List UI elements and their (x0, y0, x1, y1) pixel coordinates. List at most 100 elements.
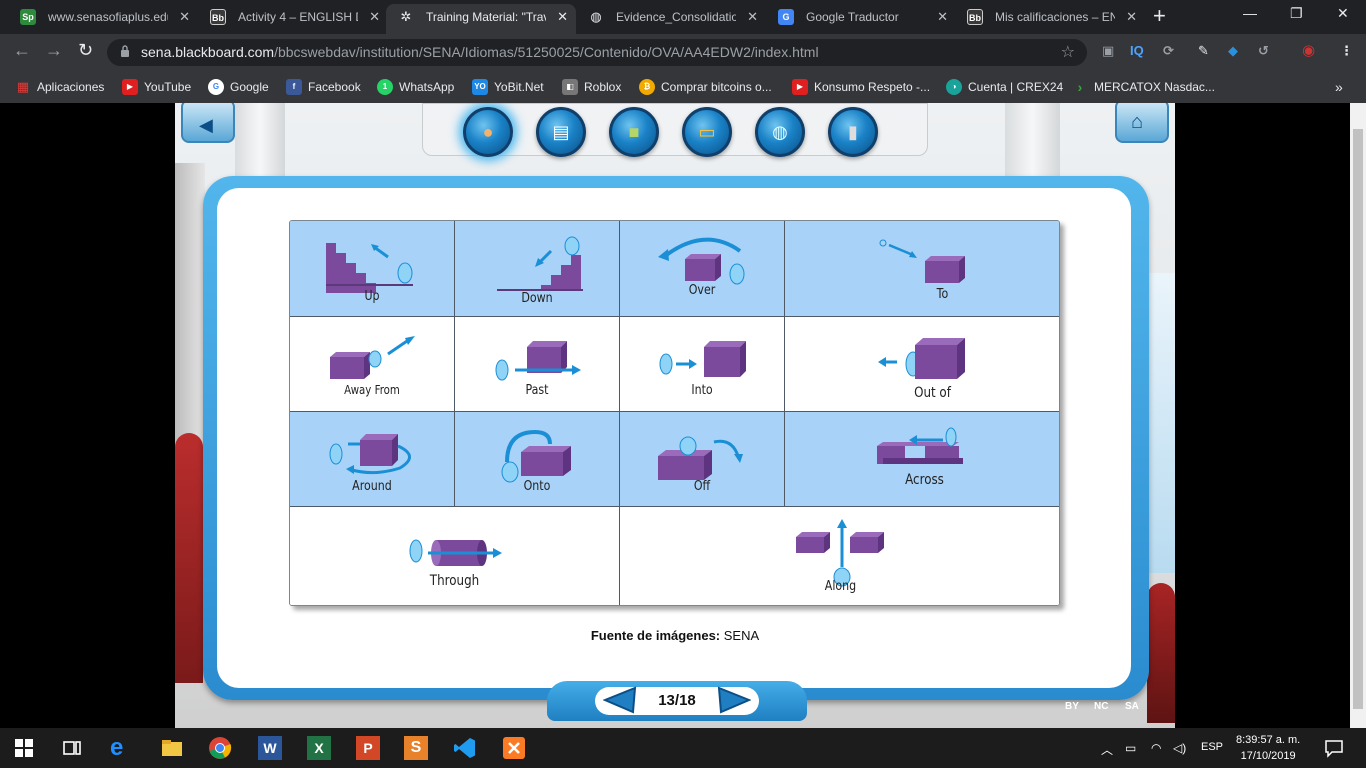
page-scrollbar[interactable] (1350, 103, 1366, 728)
task-view-icon[interactable] (60, 736, 84, 760)
profile-avatar-icon[interactable]: ◉ (1302, 41, 1315, 59)
url-text: sena.blackboard.com/bbcswebdav/instituti… (141, 44, 819, 60)
close-tab-icon[interactable]: ✕ (937, 4, 948, 30)
word-icon[interactable]: W (258, 736, 282, 760)
grid-cell-over: Over (620, 221, 785, 317)
presentation-icon: ▭ (698, 122, 716, 142)
chrome-icon[interactable] (208, 736, 232, 760)
home-button[interactable]: ⌂ (1115, 103, 1169, 143)
tab-activity-4[interactable]: Bb Activity 4 – ENGLISH DO ✕ (198, 4, 388, 34)
across-illustration (877, 427, 963, 464)
pen-extension-icon[interactable]: ✎ (1198, 43, 1209, 59)
grid-cell-around: Around (290, 412, 455, 507)
tab-title: www.senasofiaplus.edu.co (48, 10, 168, 24)
speaker-icon: ◀ (199, 115, 213, 135)
notebook-icon: ■ (628, 122, 640, 142)
close-tab-icon[interactable]: ✕ (179, 4, 190, 30)
preposition-label: Up (364, 289, 380, 304)
forward-arrow-icon[interactable]: → (45, 40, 63, 61)
caption-label: Fuente de imágenes: (590, 628, 721, 643)
scrollbar-thumb[interactable] (1353, 129, 1363, 709)
license-nc: NC (1094, 701, 1109, 712)
volume-icon[interactable]: ◁) (1173, 741, 1186, 755)
battery-icon[interactable]: ▭ (1125, 741, 1136, 755)
bookmark-comprar-bitcoins[interactable]: ₿ Comprar bitcoins o... (639, 77, 772, 97)
bookmark-label: MERCATOX Nasdac... (1094, 80, 1215, 94)
sublime-text-icon[interactable]: S (404, 736, 428, 760)
bookmark-label: Aplicaciones (37, 80, 105, 94)
excel-icon[interactable]: X (307, 736, 331, 760)
grid-cell-onto: Onto (455, 412, 620, 507)
powerpoint-icon[interactable]: P (356, 736, 380, 760)
reload-icon[interactable]: ↻ (78, 40, 93, 61)
bitcoin-icon: ₿ (639, 79, 655, 95)
next-slide-button[interactable] (715, 685, 751, 715)
preposition-label: Into (691, 383, 713, 398)
extension-icon[interactable]: ▣ (1102, 43, 1114, 59)
ethereum-extension-icon[interactable]: ◆ (1228, 43, 1238, 59)
windows-start-icon[interactable] (12, 736, 36, 760)
preposition-label: Away From (344, 383, 400, 397)
close-tab-icon[interactable]: ✕ (557, 4, 568, 30)
sync-extension-icon[interactable]: ⟳ (1163, 43, 1174, 59)
bookmark-konsumo-respeto[interactable]: ▶ Konsumo Respeto -... (792, 77, 930, 97)
globe-icon: ◍ (590, 9, 602, 24)
vscode-icon[interactable] (453, 736, 477, 760)
nav-microphone-button[interactable]: ▮ (828, 107, 878, 157)
tab-training-material[interactable]: ✲ Training Material: "Trave ✕ (386, 4, 576, 34)
close-tab-icon[interactable]: ✕ (1126, 4, 1137, 30)
close-window-icon[interactable]: ✕ (1337, 5, 1349, 22)
prepositions-of-movement-grid: Up Down Over To Away From Past Into Out … (289, 220, 1060, 606)
bookmark-yobit[interactable]: YO YoBit.Net (472, 77, 544, 97)
preposition-label: Out of (914, 385, 951, 401)
nav-globe-button[interactable]: ◍ (755, 107, 805, 157)
audio-button[interactable]: ◀ (181, 103, 235, 143)
menu-kebab-icon[interactable]: ⋮ (1340, 43, 1353, 59)
preposition-label: Along (824, 579, 857, 594)
system-clock[interactable]: 8:39:57 a. m. 17/10/2019 (1236, 732, 1300, 764)
close-tab-icon[interactable]: ✕ (369, 4, 380, 30)
iq-extension-icon[interactable]: IQ (1130, 43, 1144, 58)
bookmark-label: Cuenta | CREX24 (968, 80, 1064, 94)
language-indicator[interactable]: ESP (1201, 741, 1223, 753)
bookmark-facebook[interactable]: f Facebook (286, 77, 361, 97)
clock-time: 8:39:57 a. m. (1236, 734, 1301, 746)
notifications-icon[interactable] (1322, 736, 1346, 760)
tab-mis-calificaciones[interactable]: Bb Mis calificaciones – ENG ✕ (955, 4, 1145, 34)
restore-icon[interactable]: ❐ (1290, 5, 1303, 22)
preposition-label: Onto (523, 479, 551, 494)
bookmark-whatsapp[interactable]: 1 WhatsApp (377, 77, 454, 97)
bookmark-crex24[interactable]: ◑ Cuenta | CREX24 (946, 77, 1063, 97)
nav-notebook-button[interactable]: ■ (609, 107, 659, 157)
tray-expand-chevron-icon[interactable]: ︿ (1101, 741, 1113, 758)
bookmark-roblox[interactable]: ◧ Roblox (562, 77, 621, 97)
edge-icon[interactable]: e (110, 736, 134, 760)
nav-intro-button[interactable]: ● (463, 107, 513, 157)
xampp-icon[interactable] (502, 736, 526, 760)
wifi-icon[interactable]: ◠ (1151, 741, 1161, 755)
nav-video-button[interactable]: ▤ (536, 107, 586, 157)
bookmark-youtube[interactable]: ▶ YouTube (122, 77, 191, 97)
bookmark-aplicaciones[interactable]: ▦ Aplicaciones (15, 77, 105, 97)
back-arrow-icon[interactable]: ← (13, 40, 31, 61)
tab-google-traductor[interactable]: G Google Traductor ✕ (766, 4, 956, 34)
minimize-icon[interactable]: — (1243, 5, 1257, 21)
through-illustration (409, 539, 502, 566)
file-explorer-icon[interactable] (160, 736, 184, 760)
tab-senasofiaplus[interactable]: Sp www.senasofiaplus.edu.co ✕ (8, 4, 198, 34)
nav-presentation-button[interactable]: ▭ (682, 107, 732, 157)
address-bar[interactable]: sena.blackboard.com/bbcswebdav/instituti… (107, 39, 1087, 66)
bookmark-star-icon[interactable]: ☆ (1061, 42, 1075, 62)
sena-logo-icon: ✲ (400, 9, 412, 24)
tab-evidence-consolidation[interactable]: ◍ Evidence_Consolidation ✕ (576, 4, 766, 34)
bookmark-google[interactable]: G Google (208, 77, 269, 97)
facebook-icon: f (286, 79, 302, 95)
more-bookmarks-chevron-icon[interactable]: » (1335, 77, 1343, 97)
background-person-figure (1147, 583, 1175, 723)
new-tab-plus-icon[interactable]: + (1153, 3, 1166, 29)
close-tab-icon[interactable]: ✕ (747, 4, 758, 30)
bookmark-mercatox[interactable]: › MERCATOX Nasdac... (1072, 77, 1215, 97)
blackboard-favicon-icon: Bb (967, 9, 983, 25)
history-extension-icon[interactable]: ↺ (1258, 43, 1269, 59)
background-person-figure (175, 433, 203, 683)
